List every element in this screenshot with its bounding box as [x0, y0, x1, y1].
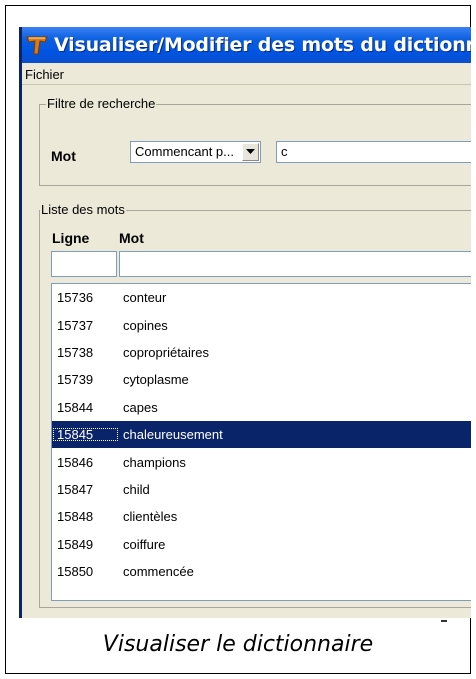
row-word: cytoplasme — [123, 372, 189, 388]
column-header-word[interactable]: Mot — [119, 230, 144, 246]
list-item[interactable]: 15739 cytoplasme — [52, 366, 471, 393]
row-word: capes — [123, 399, 158, 415]
list-item[interactable]: 15737 copines — [52, 311, 471, 338]
menu-fichier[interactable]: Fichier — [25, 67, 64, 82]
search-input[interactable]: c — [276, 141, 471, 163]
figure-caption: Visualiser le dictionnaire — [102, 632, 374, 657]
list-item[interactable]: 15738 copropriétaires — [52, 339, 471, 366]
row-line-number: 15738 — [57, 344, 94, 360]
menu-bar: Fichier — [22, 63, 471, 85]
filter-group-label: Filtre de recherche — [46, 96, 157, 111]
row-word: clientèles — [123, 509, 178, 525]
row-word: conteur — [123, 290, 167, 306]
list-item-selected[interactable]: 15845 chaleureusement — [52, 420, 471, 449]
search-input-value: c — [281, 144, 288, 159]
match-mode-value: Commencant p... — [135, 144, 234, 159]
window-title: Visualiser/Modifier des mots du dictionn… — [54, 34, 471, 56]
row-line-number: 15848 — [57, 509, 94, 525]
row-line-number: 15846 — [57, 454, 94, 470]
word-filter-input[interactable] — [119, 251, 471, 277]
list-item[interactable]: 15846 champions — [52, 448, 471, 475]
list-item[interactable]: 15848 clientèles — [52, 503, 471, 530]
row-line-number: 15849 — [57, 536, 94, 552]
row-line-number: 15844 — [57, 399, 94, 415]
resize-grip-icon[interactable] — [441, 620, 447, 622]
row-word: commencée — [123, 564, 194, 580]
row-line-number: 15847 — [57, 481, 94, 497]
line-filter-input[interactable] — [51, 251, 117, 277]
row-word: child — [123, 481, 150, 497]
row-line-number: 15845 — [52, 427, 119, 442]
column-header-line[interactable]: Ligne — [52, 230, 89, 246]
list-item[interactable]: 15849 coiffure — [52, 531, 471, 558]
dictionary-window: Visualiser/Modifier des mots du dictionn… — [19, 27, 471, 618]
word-field-label: Mot — [51, 148, 76, 164]
dropdown-arrow-icon[interactable] — [242, 143, 259, 161]
row-word: copropriétaires — [123, 344, 209, 360]
row-word: chaleureusement — [123, 427, 223, 443]
list-item[interactable]: 15847 child — [52, 476, 471, 503]
word-list[interactable]: 15736 conteur 15737 copines 15738 coproprié… — [51, 283, 471, 601]
list-item[interactable]: 15850 commencée — [52, 558, 471, 585]
list-group-label: Liste des mots — [40, 202, 126, 217]
row-line-number: 15737 — [57, 317, 94, 333]
title-bar[interactable]: Visualiser/Modifier des mots du dictionn… — [22, 27, 471, 63]
row-line-number: 15739 — [57, 372, 94, 388]
match-mode-select[interactable]: Commencant p... — [130, 141, 261, 163]
row-word: coiffure — [123, 536, 166, 552]
row-word: copines — [123, 317, 168, 333]
list-item[interactable]: 15844 capes — [52, 394, 471, 421]
list-item[interactable]: 15736 conteur — [52, 284, 471, 311]
row-line-number: 15850 — [57, 564, 94, 580]
row-word: champions — [123, 454, 186, 470]
hammer-app-icon[interactable] — [26, 34, 48, 56]
row-line-number: 15736 — [57, 290, 94, 306]
